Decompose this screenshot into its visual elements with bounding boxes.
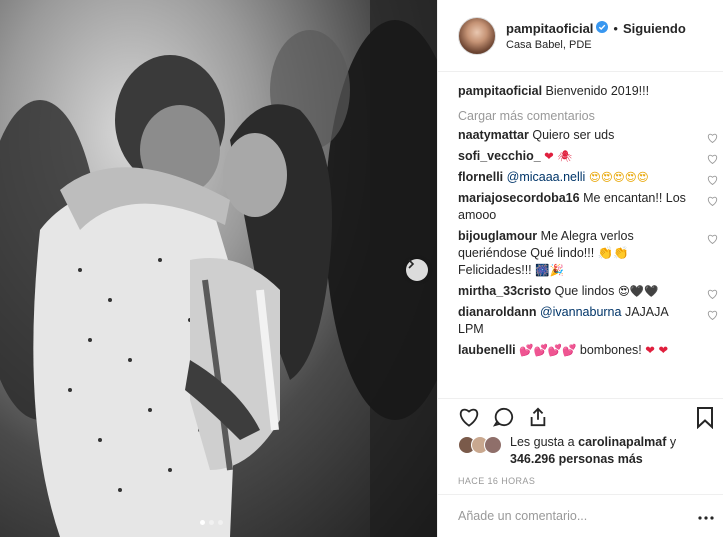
comment-input[interactable]: [458, 509, 678, 523]
comment-emoji: 😍🖤🖤: [617, 284, 659, 298]
photo-scene-illustration: [0, 0, 437, 537]
comment-username[interactable]: mirtha_33cristo: [458, 284, 551, 298]
comment-text: Quiero ser uds: [532, 128, 615, 142]
carousel-dot: [209, 520, 214, 525]
comment-mention[interactable]: @micaaa.nelli: [507, 170, 586, 184]
more-options-icon[interactable]: [698, 509, 714, 523]
likes-joiner: y: [669, 435, 677, 449]
post-sidebar: pampitaoficial • Siguiendo Casa Babel, P…: [437, 0, 723, 537]
header-separator: •: [613, 20, 618, 36]
comment-item: mirtha_33cristo Que lindos 😍🖤🖤: [458, 283, 720, 300]
liker-username[interactable]: carolinapalmaf: [578, 435, 666, 449]
like-comment-heart-icon[interactable]: [707, 194, 718, 211]
following-button[interactable]: Siguiendo: [623, 21, 686, 36]
avatar[interactable]: [458, 16, 496, 55]
chevron-right-icon: [408, 259, 415, 269]
comment-text: Que lindos: [554, 284, 615, 298]
like-comment-heart-icon[interactable]: [707, 131, 718, 148]
add-comment-bar: [438, 494, 723, 537]
instagram-post: pampitaoficial • Siguiendo Casa Babel, P…: [0, 0, 723, 537]
comments-list: pampitaoficial Bienvenido 2019!!! Cargar…: [458, 79, 720, 359]
comment-emoji: 🎆🎉: [535, 263, 564, 277]
comment-emoji: 😍😍😍😍😍: [588, 170, 649, 184]
comment-item: bijouglamour Me Alegra verlos queriéndos…: [458, 228, 720, 279]
carousel-indicator: [200, 520, 223, 525]
comment-item: laubenelli 💕💕💕💕 bombones! ❤ ❤: [458, 342, 720, 359]
comment-text: bombones!: [579, 343, 642, 357]
post-caption: pampitaoficial Bienvenido 2019!!!: [458, 83, 720, 99]
comment-item: naatymattar Quiero ser uds: [458, 127, 720, 144]
comment-emoji: 💕💕💕💕: [519, 343, 577, 357]
caption-text: Bienvenido 2019!!!: [545, 84, 650, 98]
comment-username[interactable]: mariajosecordoba16: [458, 191, 580, 205]
like-comment-heart-icon[interactable]: [707, 232, 718, 249]
avatar[interactable]: [484, 436, 502, 454]
comment-item: dianaroldann @ivannaburna JAJAJA LPM: [458, 304, 720, 338]
carousel-dot: [218, 520, 223, 525]
caption-username[interactable]: pampitaoficial: [458, 84, 542, 98]
liker-avatars: [458, 436, 502, 454]
post-photo[interactable]: [0, 0, 437, 537]
like-comment-heart-icon[interactable]: [707, 308, 718, 325]
like-heart-icon[interactable]: [458, 407, 480, 430]
like-comment-heart-icon[interactable]: [707, 173, 718, 190]
comment-username[interactable]: sofi_vecchio_: [458, 149, 541, 163]
like-comment-heart-icon[interactable]: [707, 287, 718, 304]
likes-prefix: Les gusta a: [510, 435, 575, 449]
like-comment-heart-icon[interactable]: [707, 152, 718, 169]
comment-username[interactable]: flornelli: [458, 170, 503, 184]
share-upload-icon[interactable]: [528, 407, 548, 430]
post-actions: Les gusta a carolinapalmaf y 346.296 per…: [438, 398, 723, 494]
comment-username[interactable]: naatymattar: [458, 128, 529, 142]
likes-count[interactable]: 346.296 personas más: [510, 452, 643, 466]
likes-summary: Les gusta a carolinapalmaf y 346.296 per…: [458, 434, 710, 468]
comment-username[interactable]: dianaroldann: [458, 305, 536, 319]
comment-item: flornelli @micaaa.nelli 😍😍😍😍😍: [458, 169, 720, 186]
carousel-dot: [200, 520, 205, 525]
location-link[interactable]: Casa Babel, PDE: [506, 39, 686, 51]
comment-mention[interactable]: @ivannaburna: [540, 305, 622, 319]
bookmark-icon[interactable]: [696, 407, 714, 432]
header-username[interactable]: pampitaoficial: [506, 21, 593, 36]
carousel-next-button[interactable]: [406, 259, 428, 281]
comment-username[interactable]: bijouglamour: [458, 229, 537, 243]
comment-emoji: ❤ ❤: [645, 343, 669, 357]
comment-bubble-icon[interactable]: [492, 407, 515, 430]
comment-username[interactable]: laubenelli: [458, 343, 516, 357]
post-header: pampitaoficial • Siguiendo Casa Babel, P…: [438, 0, 723, 72]
verified-badge-icon: [596, 20, 609, 36]
comment-item: mariajosecordoba16 Me encantan!! Los amo…: [458, 190, 720, 224]
comment-emoji: ❤ 🕷: [544, 149, 573, 163]
post-timestamp[interactable]: HACE 16 HORAS: [458, 476, 535, 486]
comment-item: sofi_vecchio_ ❤ 🕷: [458, 148, 720, 165]
load-more-comments-button[interactable]: Cargar más comentarios: [458, 109, 720, 123]
